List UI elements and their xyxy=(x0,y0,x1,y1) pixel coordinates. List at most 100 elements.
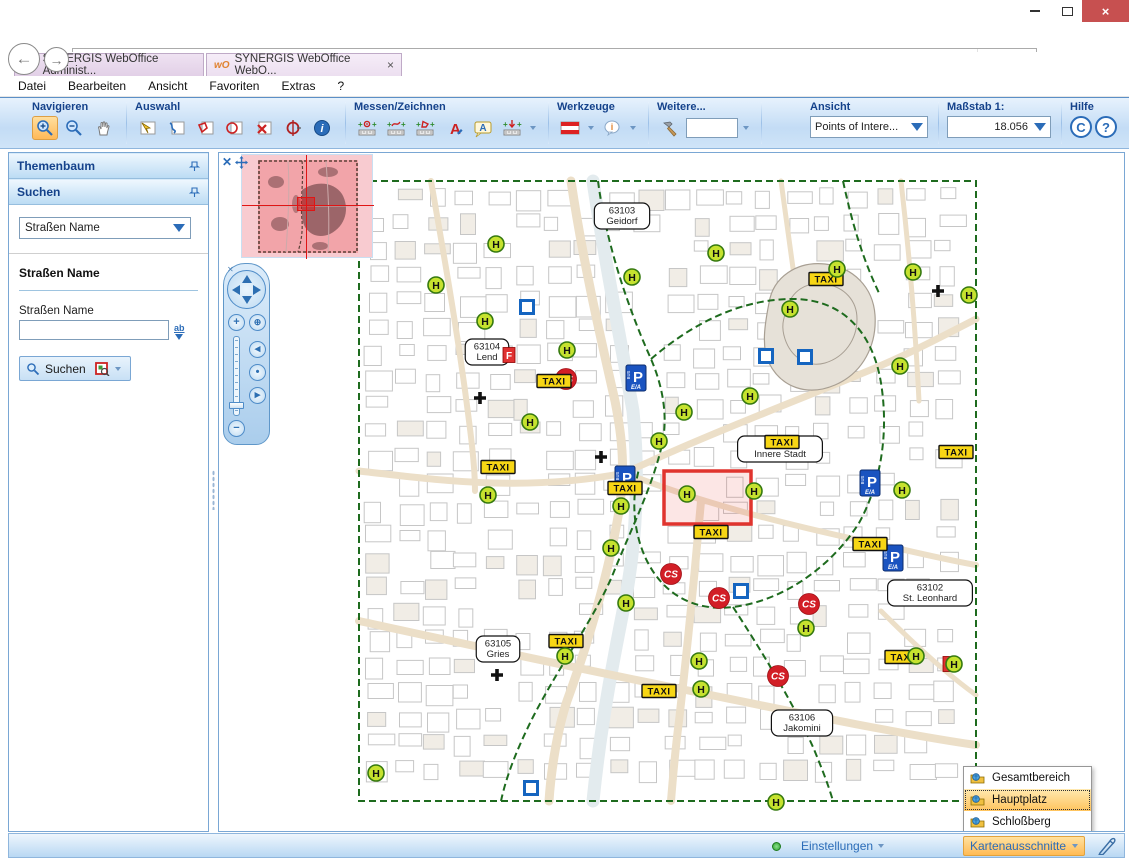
next-extent-button[interactable]: ▸ xyxy=(249,387,266,404)
transit-stop-marker[interactable]: H xyxy=(782,301,798,317)
ansicht-select[interactable]: Points of Intere... xyxy=(810,116,928,138)
map-viewport[interactable]: 63103Geidorf63104Lend63101Innere Stadt63… xyxy=(218,152,1125,832)
street-name-input[interactable] xyxy=(19,320,169,340)
zoom-slider-handle[interactable] xyxy=(229,402,244,409)
identify-info-button[interactable]: i xyxy=(309,116,335,140)
menu-bearbeiten[interactable]: Bearbeiten xyxy=(68,79,126,93)
help-button[interactable]: ? xyxy=(1095,116,1117,138)
sidebar-splitter[interactable] xyxy=(209,152,218,832)
center-button[interactable]: • xyxy=(249,364,266,381)
pan-compass[interactable] xyxy=(227,270,266,309)
context-help-button[interactable]: C xyxy=(1070,116,1092,138)
suchen-button[interactable]: Suchen xyxy=(19,356,131,381)
overview-map[interactable] xyxy=(241,154,373,258)
transit-stop-marker[interactable]: H xyxy=(618,595,634,611)
fire-station-marker[interactable]: F xyxy=(503,348,515,363)
zoom-to-result-icon[interactable] xyxy=(95,362,110,376)
pan-south-icon[interactable] xyxy=(242,296,252,304)
select-line-button[interactable] xyxy=(164,116,190,140)
taxi-stand-marker[interactable]: TAXI xyxy=(481,461,515,474)
overview-extent-rect[interactable] xyxy=(297,197,315,211)
pan-east-icon[interactable] xyxy=(253,285,261,295)
zoom-in-button[interactable] xyxy=(32,116,58,140)
cs-bank-marker[interactable]: CS xyxy=(709,588,730,609)
select-polygon-button[interactable] xyxy=(193,116,219,140)
zoom-out-round-button[interactable]: − xyxy=(228,420,245,437)
buffer-selection-button[interactable] xyxy=(280,116,306,140)
sort-ab-icon[interactable]: ab xyxy=(174,324,185,340)
overview-close-icon[interactable]: ✕ xyxy=(222,155,232,169)
cs-bank-marker[interactable]: CS xyxy=(768,666,789,687)
pan-north-icon[interactable] xyxy=(242,275,252,283)
taxi-stand-marker[interactable]: TAXI xyxy=(537,375,571,388)
previous-extent-button[interactable]: ◂ xyxy=(249,341,266,358)
measure-more-caret-icon[interactable] xyxy=(530,126,536,130)
select-circle-button[interactable] xyxy=(222,116,248,140)
massstab-select[interactable]: 18.056 xyxy=(947,116,1051,138)
measure-area-button[interactable]: ++ xyxy=(412,116,438,140)
measure-point-button[interactable]: ++ xyxy=(354,116,380,140)
transit-stop-marker[interactable]: H xyxy=(480,487,496,503)
menu-ansicht[interactable]: Ansicht xyxy=(148,79,187,93)
taxi-stand-marker[interactable]: TAXI xyxy=(853,538,887,551)
full-extent-button[interactable]: ⊕ xyxy=(249,314,266,331)
transit-stop-marker[interactable]: H xyxy=(676,404,692,420)
transit-stop-marker[interactable]: H xyxy=(946,656,962,672)
hammer-tool-icon[interactable] xyxy=(657,116,683,140)
taxi-stand-marker[interactable]: TAXI xyxy=(608,482,642,495)
taxi-stand-marker[interactable]: TAXI xyxy=(939,446,973,459)
transit-stop-marker[interactable]: H xyxy=(908,648,924,664)
transit-stop-marker[interactable]: H xyxy=(894,482,910,498)
transit-stop-marker[interactable]: H xyxy=(798,620,814,636)
selected-extent-highlight[interactable] xyxy=(664,471,751,524)
transit-stop-marker[interactable]: H xyxy=(691,653,707,669)
draw-label-button[interactable]: A xyxy=(470,116,496,140)
menu-extras[interactable]: Extras xyxy=(281,79,315,93)
transit-stop-marker[interactable]: H xyxy=(768,794,784,810)
measure-coordinate-button[interactable]: ++ xyxy=(499,116,525,140)
navwidget-collapse-icon[interactable]: ✕ xyxy=(227,265,234,274)
window-maximize-button[interactable] xyxy=(1052,0,1082,22)
weitere-caret-icon[interactable] xyxy=(743,126,749,130)
poi-square-marker[interactable] xyxy=(799,351,812,364)
transit-stop-marker[interactable]: H xyxy=(488,236,504,252)
info-balloon-caret-icon[interactable] xyxy=(630,126,636,130)
tab-weboffice-administration[interactable]: wO SYNERGIS WebOffice Administ... xyxy=(14,53,204,76)
poi-square-marker[interactable] xyxy=(760,350,773,363)
menu-datei[interactable]: Datei xyxy=(18,79,46,93)
measure-line-button[interactable]: ++ xyxy=(383,116,409,140)
zoom-in-round-button[interactable]: + xyxy=(228,314,245,331)
pan-hand-button[interactable] xyxy=(90,116,116,140)
transit-stop-marker[interactable]: H xyxy=(961,287,977,303)
window-minimize-button[interactable] xyxy=(1021,0,1049,22)
taxi-stand-marker[interactable]: TAXI xyxy=(694,526,728,539)
taxi-stand-marker[interactable]: TAXI xyxy=(765,436,799,449)
menu-item-schlossberg[interactable]: Schloßberg xyxy=(964,811,1091,832)
transit-stop-marker[interactable]: H xyxy=(368,765,384,781)
poi-square-marker[interactable] xyxy=(735,585,748,598)
zoom-out-button[interactable] xyxy=(61,116,87,140)
tab-weboffice-client-active[interactable]: wO SYNERGIS WebOffice WebO... × xyxy=(206,53,402,76)
menu-help[interactable]: ? xyxy=(337,79,344,93)
transit-stop-marker[interactable]: H xyxy=(603,540,619,556)
transit-stop-marker[interactable]: H xyxy=(892,358,908,374)
transit-stop-marker[interactable]: H xyxy=(742,388,758,404)
weitere-tool-input[interactable] xyxy=(686,118,738,138)
suchen-options-caret-icon[interactable] xyxy=(115,367,121,371)
transit-stop-marker[interactable]: H xyxy=(559,342,575,358)
transit-stop-marker[interactable]: H xyxy=(557,648,573,664)
transit-stop-marker[interactable]: H xyxy=(522,414,538,430)
pharmacy-cross-marker[interactable] xyxy=(491,669,503,681)
kartenausschnitte-button[interactable]: Kartenausschnitte xyxy=(963,836,1085,856)
window-close-button[interactable]: × xyxy=(1082,0,1129,22)
browser-forward-button[interactable]: → xyxy=(44,47,69,72)
tab-close-icon[interactable]: × xyxy=(381,58,394,72)
taxi-stand-marker[interactable]: TAXI xyxy=(549,635,583,648)
transit-stop-marker[interactable]: H xyxy=(708,245,724,261)
parking-marker[interactable]: PE/ABUS xyxy=(626,365,646,391)
select-rectangle-button[interactable] xyxy=(135,116,161,140)
transit-stop-marker[interactable]: H xyxy=(651,433,667,449)
draw-text-button[interactable]: A xyxy=(441,116,467,140)
pan-west-icon[interactable] xyxy=(232,285,240,295)
search-category-dropdown[interactable]: Straßen Name xyxy=(19,217,191,239)
